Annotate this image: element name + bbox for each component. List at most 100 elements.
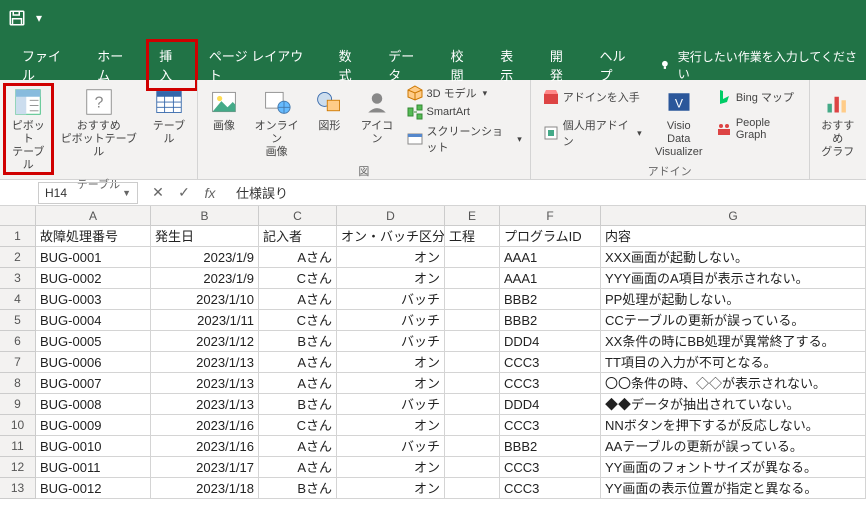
cell[interactable]: Aさん (259, 289, 337, 310)
cell[interactable]: BBB2 (500, 310, 601, 331)
cell[interactable]: バッチ (337, 394, 445, 415)
recommended-pivot-button[interactable]: ? おすすめピボットテーブル (55, 84, 143, 161)
cell[interactable]: 内容 (601, 226, 866, 247)
cell[interactable]: Cさん (259, 415, 337, 436)
smartart-button[interactable]: SmartArt (403, 103, 526, 121)
cancel-button[interactable]: ✕ (150, 184, 166, 201)
cell[interactable]: 2023/1/9 (151, 247, 259, 268)
cell[interactable]: CCC3 (500, 478, 601, 499)
cell[interactable] (445, 373, 500, 394)
cell[interactable]: BUG-0004 (36, 310, 151, 331)
cell[interactable]: 2023/1/16 (151, 415, 259, 436)
cell[interactable]: Aさん (259, 247, 337, 268)
cell[interactable]: 2023/1/18 (151, 478, 259, 499)
3d-models-button[interactable]: 3D モデル▾ (403, 84, 526, 102)
cell[interactable]: XX条件の時にBB処理が異常終了する。 (601, 331, 866, 352)
col-header-B[interactable]: B (151, 206, 259, 226)
row-header[interactable]: 10 (0, 415, 36, 436)
people-graph-button[interactable]: People Graph (712, 116, 801, 142)
cell[interactable]: DDD4 (500, 331, 601, 352)
cell[interactable]: 2023/1/11 (151, 310, 259, 331)
get-addins-button[interactable]: アドインを入手 (539, 88, 646, 106)
cell[interactable] (445, 247, 500, 268)
cell[interactable]: Cさん (259, 268, 337, 289)
row-header[interactable]: 11 (0, 436, 36, 457)
cell[interactable]: YYY画面のA項目が表示されない。 (601, 268, 866, 289)
my-addins-button[interactable]: 個人用アドイン▾ (539, 116, 646, 150)
cell[interactable]: 〇〇条件の時、◇◇が表示されない。 (601, 373, 866, 394)
cell[interactable]: BBB2 (500, 436, 601, 457)
cell[interactable]: BUG-0009 (36, 415, 151, 436)
cell[interactable] (445, 415, 500, 436)
cell[interactable]: Bさん (259, 478, 337, 499)
cell[interactable]: 故障処理番号 (36, 226, 151, 247)
row-header[interactable]: 5 (0, 310, 36, 331)
cell[interactable] (445, 310, 500, 331)
cell[interactable]: オン (337, 352, 445, 373)
visio-button[interactable]: V Visio DataVisualizer (652, 84, 706, 161)
cell[interactable]: オン (337, 415, 445, 436)
cell[interactable] (445, 394, 500, 415)
cell[interactable]: CCC3 (500, 457, 601, 478)
cell[interactable]: 2023/1/16 (151, 436, 259, 457)
screenshot-button[interactable]: スクリーンショット▾ (403, 122, 526, 156)
cell[interactable]: バッチ (337, 289, 445, 310)
cell[interactable]: オン (337, 373, 445, 394)
col-header-E[interactable]: E (445, 206, 500, 226)
cell[interactable]: Aさん (259, 352, 337, 373)
cell[interactable]: 記入者 (259, 226, 337, 247)
cell[interactable]: オン (337, 268, 445, 289)
row-header[interactable]: 7 (0, 352, 36, 373)
cell[interactable]: Bさん (259, 394, 337, 415)
name-box[interactable]: H14 ▼ (38, 182, 138, 204)
row-header[interactable]: 12 (0, 457, 36, 478)
cell[interactable]: Aさん (259, 436, 337, 457)
cell[interactable]: BUG-0003 (36, 289, 151, 310)
cell[interactable]: 2023/1/13 (151, 373, 259, 394)
cell[interactable]: BUG-0008 (36, 394, 151, 415)
cell[interactable]: TT項目の入力が不可となる。 (601, 352, 866, 373)
row-header[interactable]: 13 (0, 478, 36, 499)
cell[interactable]: 2023/1/9 (151, 268, 259, 289)
cell[interactable]: 2023/1/13 (151, 394, 259, 415)
cell[interactable]: バッチ (337, 436, 445, 457)
qat-dropdown-icon[interactable]: ▾ (34, 9, 44, 27)
cell[interactable] (445, 268, 500, 289)
cell[interactable]: Aさん (259, 373, 337, 394)
col-header-C[interactable]: C (259, 206, 337, 226)
cell[interactable]: 2023/1/17 (151, 457, 259, 478)
cell[interactable] (445, 436, 500, 457)
row-header[interactable]: 9 (0, 394, 36, 415)
cell[interactable]: AAA1 (500, 247, 601, 268)
cell[interactable]: BUG-0007 (36, 373, 151, 394)
cell[interactable]: BUG-0005 (36, 331, 151, 352)
cell[interactable]: オン (337, 457, 445, 478)
cell[interactable]: バッチ (337, 310, 445, 331)
cell[interactable]: BUG-0001 (36, 247, 151, 268)
shapes-button[interactable]: 図形 (307, 84, 351, 135)
pivot-table-button[interactable]: ピボットテーブル (4, 84, 53, 174)
online-pictures-button[interactable]: オンライン画像 (248, 84, 305, 161)
row-header[interactable]: 2 (0, 247, 36, 268)
cell[interactable]: オン・バッチ区分 (337, 226, 445, 247)
cell[interactable]: CCC3 (500, 352, 601, 373)
cell[interactable]: Cさん (259, 310, 337, 331)
cell[interactable]: 2023/1/12 (151, 331, 259, 352)
cell[interactable]: バッチ (337, 331, 445, 352)
cell[interactable]: YY画面の表示位置が指定と異なる。 (601, 478, 866, 499)
cell[interactable] (445, 289, 500, 310)
col-header-F[interactable]: F (500, 206, 601, 226)
cell[interactable]: CCC3 (500, 415, 601, 436)
tell-me[interactable]: 実行したい作業を入力してください (658, 48, 866, 82)
select-all-corner[interactable] (0, 206, 36, 226)
cell[interactable]: BUG-0002 (36, 268, 151, 289)
cell[interactable]: 2023/1/10 (151, 289, 259, 310)
row-header[interactable]: 8 (0, 373, 36, 394)
cell[interactable]: AAA1 (500, 268, 601, 289)
cell[interactable] (445, 352, 500, 373)
save-icon[interactable] (8, 9, 26, 27)
cell[interactable] (445, 478, 500, 499)
icons-button[interactable]: アイコン (353, 84, 400, 148)
cell[interactable]: BUG-0010 (36, 436, 151, 457)
col-header-G[interactable]: G (601, 206, 866, 226)
